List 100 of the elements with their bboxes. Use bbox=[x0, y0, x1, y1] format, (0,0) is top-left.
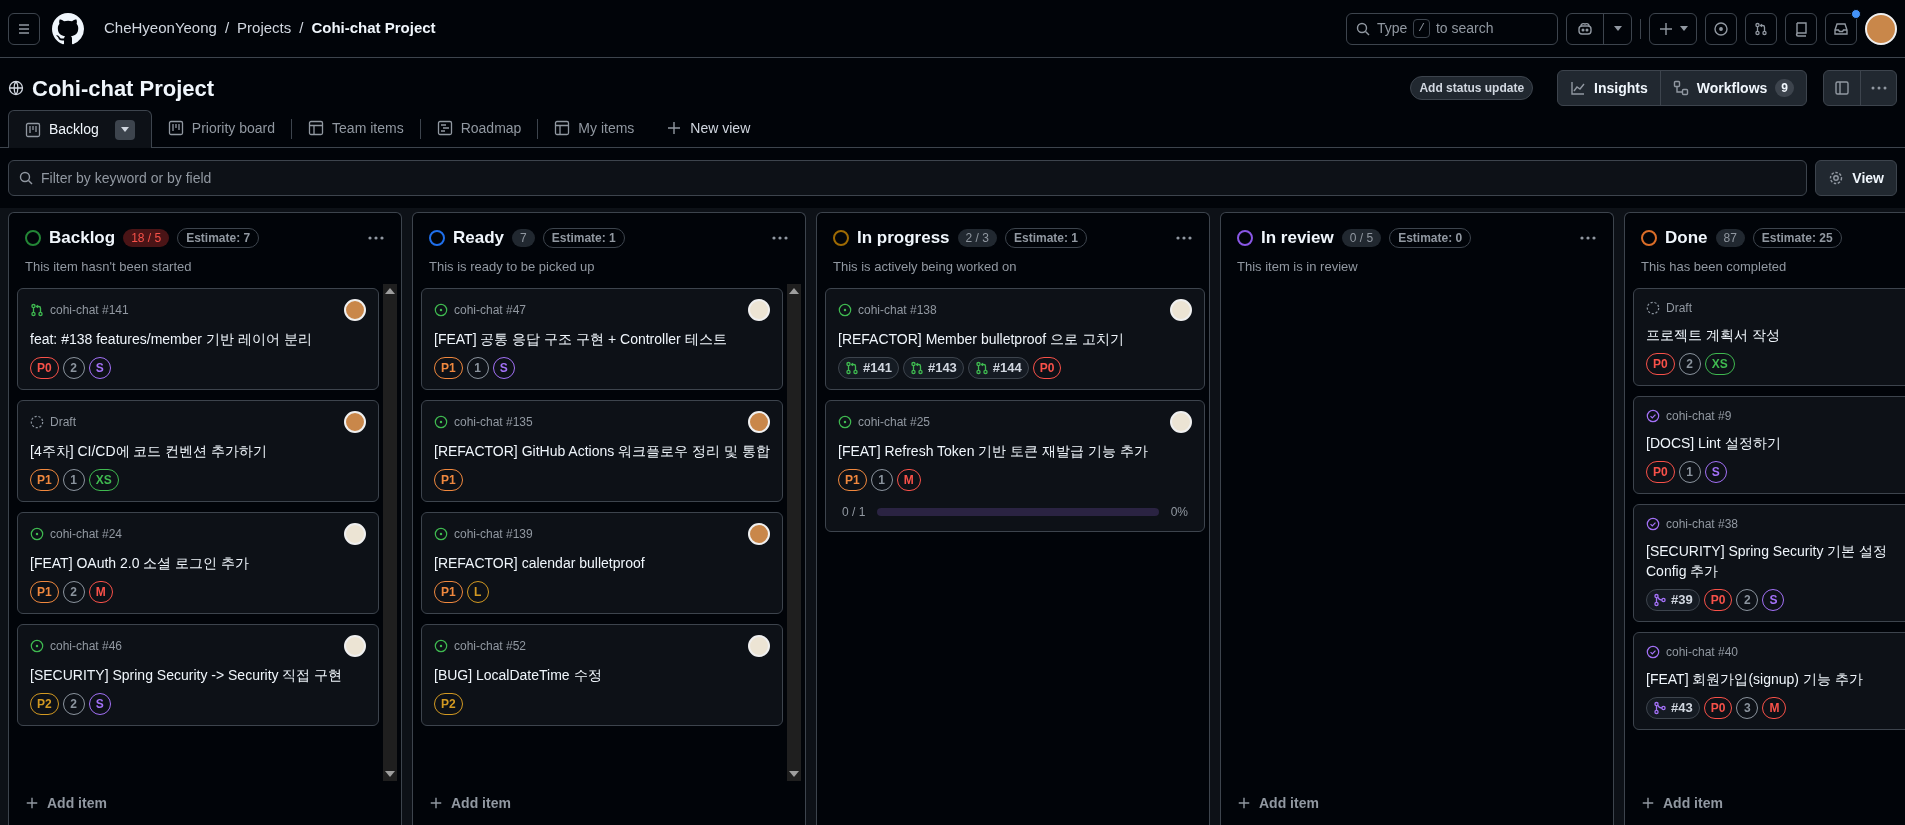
item-card[interactable]: cohi-chat #52 [BUG] LocalDateTime 수정 P2 bbox=[421, 624, 783, 726]
item-reference: cohi-chat #138 bbox=[858, 302, 937, 319]
issues-icon[interactable] bbox=[1705, 12, 1737, 45]
scrollbar[interactable] bbox=[787, 284, 801, 781]
new-view-button[interactable]: New view bbox=[650, 109, 767, 147]
breadcrumb-link[interactable]: CheHyeonYeong bbox=[104, 17, 217, 40]
roadmap-icon bbox=[436, 120, 453, 136]
column-description: This is ready to be picked up bbox=[429, 257, 596, 276]
menu-icon[interactable] bbox=[8, 12, 40, 45]
item-card[interactable]: cohi-chat #46 [SECURITY] Spring Security -> Security 직접 구현 P2 2 S bbox=[17, 624, 379, 726]
view-tab[interactable]: My items bbox=[538, 109, 651, 147]
label-tag: S bbox=[88, 357, 111, 379]
linked-pull-request[interactable]: #144 bbox=[967, 357, 1029, 379]
create-new-button[interactable] bbox=[1649, 12, 1697, 45]
linked-pull-request[interactable]: #141 bbox=[838, 357, 899, 379]
breadcrumb-separator: / bbox=[224, 18, 230, 39]
label-tag: M bbox=[1762, 697, 1787, 719]
item-card[interactable]: Draft 프로젝트 계획서 작성 P0 2 XS bbox=[1633, 288, 1905, 386]
item-card[interactable]: cohi-chat #139 [REFACTOR] calendar bulletproof P1 L bbox=[421, 512, 783, 614]
search-icon bbox=[1355, 20, 1371, 37]
label-tag: M bbox=[896, 469, 921, 491]
more-options-icon[interactable] bbox=[1175, 234, 1193, 241]
item-title[interactable]: 프로젝트 계획서 작성 bbox=[1646, 325, 1905, 345]
item-card[interactable]: cohi-chat #38 [SECURITY] Spring Security 기본 설정 Config 추가 #39 P0 2 S bbox=[1633, 504, 1905, 622]
item-reference: cohi-chat #141 bbox=[50, 302, 129, 319]
item-title[interactable]: [REFACTOR] calendar bulletproof bbox=[434, 553, 770, 573]
item-card[interactable]: cohi-chat #25 [FEAT] Refresh Token 기반 토큰 재발급 기능 추가 P1 1 M 0 / 1 0% bbox=[825, 400, 1205, 532]
insights-button[interactable]: Insights bbox=[1558, 71, 1660, 105]
item-title[interactable]: [REFACTOR] GitHub Actions 워크플로우 정리 및 통합 bbox=[434, 441, 770, 461]
column-description: This item hasn't been started bbox=[25, 257, 193, 276]
label-tag: P2 bbox=[30, 693, 59, 715]
add-item-button[interactable]: Add item bbox=[1625, 781, 1905, 825]
item-title[interactable]: [REFACTOR] Member bulletproof 으로 고치기 bbox=[838, 329, 1192, 349]
item-card[interactable]: Draft [4주차] CI/CD에 코드 컨벤션 추가하기 P1 1 XS bbox=[17, 400, 379, 502]
progress-percent: 0% bbox=[1170, 504, 1188, 521]
item-reference: cohi-chat #25 bbox=[858, 414, 931, 431]
search-placeholder: Type bbox=[1377, 19, 1408, 38]
label-tag: S bbox=[492, 357, 515, 379]
add-item-button[interactable]: Add item bbox=[9, 781, 401, 825]
view-tab[interactable]: Roadmap bbox=[420, 109, 538, 147]
label-tag: P1 bbox=[434, 581, 463, 603]
breadcrumb-link[interactable]: Cohi-chat Project bbox=[311, 17, 436, 40]
item-card[interactable]: cohi-chat #24 [FEAT] OAuth 2.0 소셜 로그인 추가 P1 2 M bbox=[17, 512, 379, 614]
label-tag: 1 bbox=[1678, 461, 1701, 483]
item-card[interactable]: cohi-chat #135 [REFACTOR] GitHub Actions 워크플로우 정리 및 통합 P1 bbox=[421, 400, 783, 502]
more-options-icon[interactable] bbox=[771, 234, 789, 241]
item-title[interactable]: [4주차] CI/CD에 코드 컨벤션 추가하기 bbox=[30, 441, 366, 461]
scrollbar[interactable] bbox=[383, 284, 397, 781]
user-avatar[interactable] bbox=[1865, 12, 1897, 45]
progress-count: 0 / 1 bbox=[842, 504, 866, 521]
column-description: This has been completed bbox=[1641, 257, 1788, 276]
item-title[interactable]: [SECURITY] Spring Security 기본 설정 Config 추가 bbox=[1646, 541, 1905, 581]
item-title[interactable]: [FEAT] Refresh Token 기반 토큰 재발급 기능 추가 bbox=[838, 441, 1192, 461]
item-title[interactable]: [DOCS] Lint 설정하기 bbox=[1646, 433, 1905, 453]
github-logo[interactable] bbox=[52, 12, 84, 45]
item-card[interactable]: cohi-chat #9 [DOCS] Lint 설정하기 P0 1 S bbox=[1633, 396, 1905, 494]
add-status-update-button[interactable]: Add status update bbox=[1410, 76, 1534, 100]
label-tag: 3 bbox=[1736, 697, 1759, 719]
item-title[interactable]: [SECURITY] Spring Security -> Security 직접 구현 bbox=[30, 665, 366, 685]
search-field[interactable]: Type / to search bbox=[1346, 12, 1558, 45]
more-options-icon[interactable] bbox=[367, 234, 385, 241]
add-item-button[interactable]: Add item bbox=[413, 781, 805, 825]
item-title[interactable]: [FEAT] OAuth 2.0 소셜 로그인 추가 bbox=[30, 553, 366, 573]
label-tag: S bbox=[1704, 461, 1727, 483]
breadcrumb-separator: / bbox=[299, 18, 304, 39]
label-tag: 2 bbox=[62, 693, 85, 715]
label-tag: 2 bbox=[1678, 353, 1701, 375]
item-title[interactable]: [BUG] LocalDateTime 수정 bbox=[434, 665, 770, 685]
item-title[interactable]: [FEAT] 회원가입(signup) 기능 추가 bbox=[1646, 669, 1905, 689]
view-tab[interactable]: Team items bbox=[292, 109, 420, 147]
view-tab[interactable]: Backlog bbox=[8, 110, 152, 148]
label-tag: XS bbox=[1704, 353, 1735, 375]
label-tag: XS bbox=[88, 469, 119, 491]
repository-icon[interactable] bbox=[1785, 12, 1817, 45]
linked-pull-request[interactable]: #43 bbox=[1646, 697, 1700, 719]
item-reference: Draft bbox=[50, 414, 76, 431]
label-tag: P1 bbox=[30, 469, 59, 491]
item-title[interactable]: [FEAT] 공통 응답 구조 구현 + Controller 테스트 bbox=[434, 329, 770, 349]
table-icon bbox=[308, 120, 325, 136]
label-tag: P1 bbox=[434, 469, 463, 491]
filter-field[interactable]: Filter by keyword or by field bbox=[8, 160, 1808, 196]
item-card[interactable]: cohi-chat #138 [REFACTOR] Member bulletproof 으로 고치기 #141 #143 #144 P0 bbox=[825, 288, 1205, 390]
more-options-icon[interactable] bbox=[1579, 234, 1597, 241]
linked-pull-request[interactable]: #143 bbox=[902, 357, 964, 379]
workflows-button[interactable]: Workflows 9 bbox=[1659, 71, 1806, 105]
item-card[interactable]: cohi-chat #141 feat: #138 features/member 기반 레이어 분리 P0 2 S bbox=[17, 288, 379, 390]
item-reference: cohi-chat #24 bbox=[50, 526, 123, 543]
item-card[interactable]: cohi-chat #47 [FEAT] 공통 응답 구조 구현 + Controller 테스트 P1 1 S bbox=[421, 288, 783, 390]
caret-icon[interactable] bbox=[114, 119, 135, 140]
pull-requests-icon[interactable] bbox=[1745, 12, 1777, 45]
item-count: 18 / 5 bbox=[123, 228, 170, 247]
add-item-button[interactable]: Add item bbox=[1221, 781, 1613, 825]
globe-icon bbox=[8, 80, 24, 96]
view-tab[interactable]: Priority board bbox=[151, 109, 292, 147]
view-options-button[interactable]: View bbox=[1815, 160, 1897, 196]
label-tag: P1 bbox=[30, 581, 59, 603]
breadcrumb-link[interactable]: Projects bbox=[237, 17, 292, 40]
linked-pull-request[interactable]: #39 bbox=[1646, 589, 1700, 611]
item-title[interactable]: feat: #138 features/member 기반 레이어 분리 bbox=[30, 329, 366, 349]
item-card[interactable]: cohi-chat #40 [FEAT] 회원가입(signup) 기능 추가 #43 P0 3 M bbox=[1633, 632, 1905, 730]
